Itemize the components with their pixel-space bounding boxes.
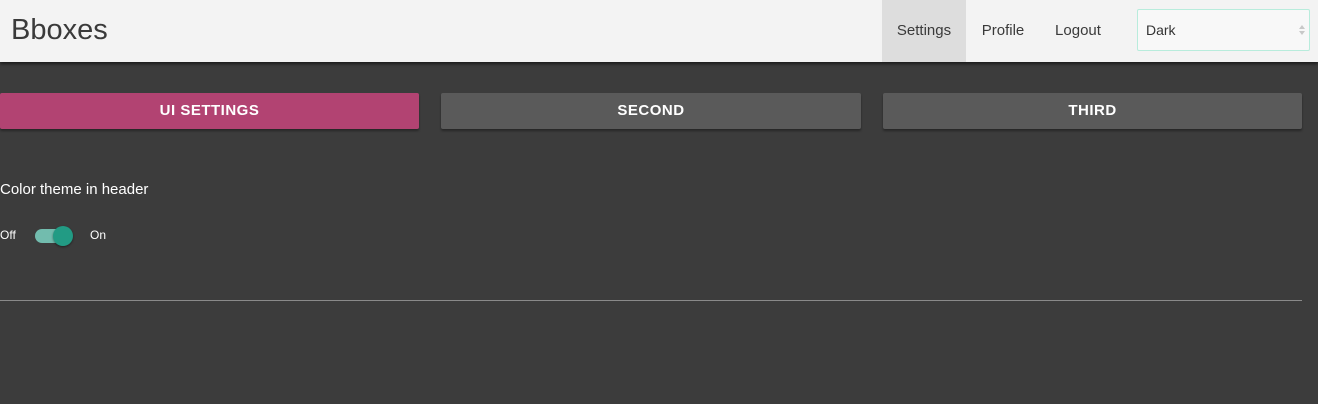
app-brand[interactable]: Bboxes bbox=[11, 12, 108, 48]
app-header: Bboxes Settings Profile Logout Dark bbox=[0, 0, 1318, 62]
section-divider bbox=[0, 300, 1302, 301]
select-arrows-icon bbox=[1299, 25, 1305, 35]
toggle-on-label: On bbox=[90, 228, 107, 242]
tab-ui-settings[interactable]: UI SETTINGS bbox=[0, 93, 419, 129]
color-theme-title: Color theme in header bbox=[0, 181, 149, 198]
tab-third[interactable]: THIRD bbox=[883, 93, 1302, 129]
nav-logout[interactable]: Logout bbox=[1040, 0, 1116, 62]
nav-profile[interactable]: Profile bbox=[968, 0, 1038, 62]
color-theme-toggle[interactable] bbox=[35, 226, 75, 246]
toggle-thumb bbox=[53, 226, 73, 246]
tab-second[interactable]: SECOND bbox=[441, 93, 861, 129]
theme-select-value: Dark bbox=[1146, 22, 1176, 38]
nav-settings[interactable]: Settings bbox=[882, 0, 966, 62]
toggle-off-label: Off bbox=[0, 228, 16, 242]
theme-select[interactable]: Dark bbox=[1137, 9, 1310, 51]
